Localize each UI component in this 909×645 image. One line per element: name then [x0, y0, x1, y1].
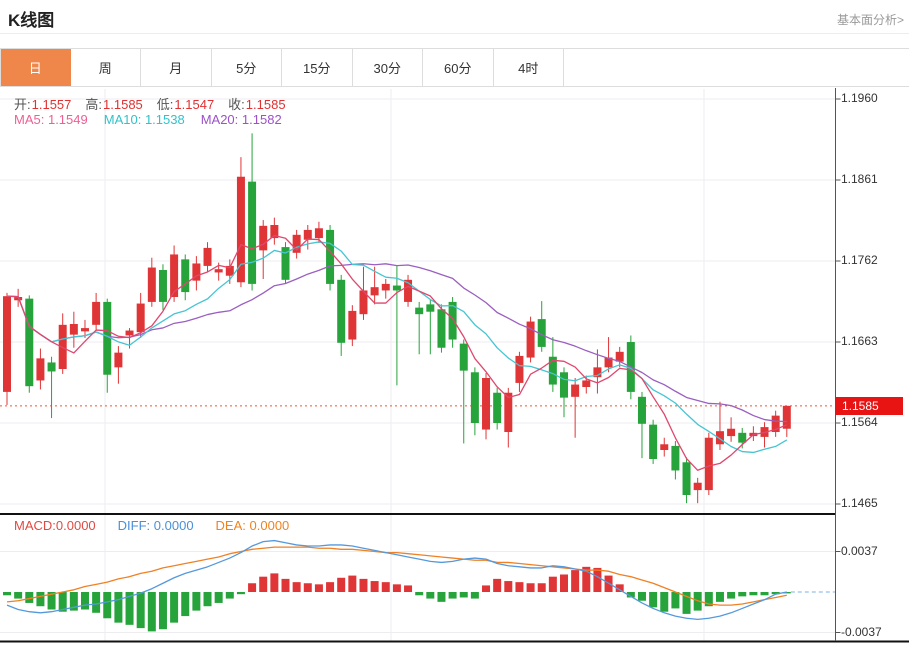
ma20-legend: MA20: 1.1582 — [201, 112, 282, 127]
tab-30min[interactable]: 30分 — [353, 49, 424, 86]
ma-legend: MA5: 1.1549 MA10: 1.1538 MA20: 1.1582 — [14, 112, 282, 127]
close-value: 1.1585 — [246, 97, 286, 112]
axis-tick-label: 1.1861 — [841, 172, 878, 186]
open-value: 1.1557 — [32, 97, 72, 112]
macd-legend: MACD:0.0000 DIFF: 0.0000 DEA: 0.0000 — [14, 518, 289, 533]
axis-tick-label: 1.1663 — [841, 334, 878, 348]
axis-tick-label: 1.1960 — [841, 91, 878, 105]
title-divider — [0, 33, 909, 34]
axis-tick-label: 0.0037 — [841, 544, 878, 558]
ma10-legend: MA10: 1.1538 — [104, 112, 185, 127]
diff-value-legend: DIFF: 0.0000 — [118, 518, 194, 533]
interval-tab-strip: 日周月5分15分30分60分4时 — [0, 48, 909, 87]
open-label: 开: — [14, 97, 31, 112]
axis-tick-label: 1.1762 — [841, 253, 878, 267]
tab-4hour[interactable]: 4时 — [494, 49, 565, 86]
tab-month[interactable]: 月 — [141, 49, 212, 86]
high-label: 高: — [85, 97, 102, 112]
kline-candlestick-macd-chart[interactable] — [0, 88, 909, 645]
dea-value-legend: DEA: 0.0000 — [216, 518, 290, 533]
kline-chart-area: 开:1.1557高:1.1585低:1.1547收:1.1585 MA5: 1.… — [0, 88, 909, 645]
low-value: 1.1547 — [174, 97, 214, 112]
ohlc-legend: 开:1.1557高:1.1585低:1.1547收:1.1585 — [14, 94, 300, 113]
current-price-badge: 1.1585 — [835, 397, 903, 415]
axis-tick-label: 1.1465 — [841, 496, 878, 510]
tab-60min[interactable]: 60分 — [423, 49, 494, 86]
close-label: 收: — [228, 97, 245, 112]
axis-tick-label: 1.1564 — [841, 415, 878, 429]
high-value: 1.1585 — [103, 97, 143, 112]
tab-day[interactable]: 日 — [0, 49, 71, 86]
tab-5min[interactable]: 5分 — [212, 49, 283, 86]
axis-tick-label: -0.0037 — [841, 625, 882, 639]
ma5-legend: MA5: 1.1549 — [14, 112, 88, 127]
page-title: K线图 — [8, 6, 54, 31]
low-label: 低: — [157, 97, 174, 112]
tab-week[interactable]: 周 — [71, 49, 142, 86]
macd-value-legend: MACD:0.0000 — [14, 518, 96, 533]
tab-strip-filler — [564, 49, 909, 86]
tab-15min[interactable]: 15分 — [282, 49, 353, 86]
fundamental-analysis-link[interactable]: 基本面分析> — [837, 11, 904, 28]
